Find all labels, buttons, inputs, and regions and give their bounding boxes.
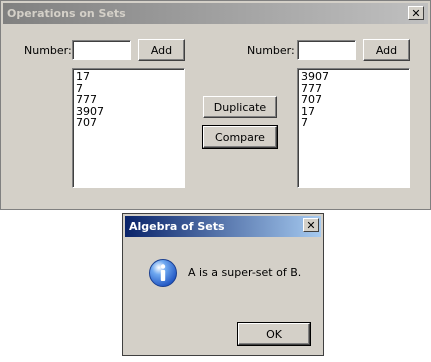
main-titlebar[interactable]: Operations on Sets <box>3 3 428 24</box>
info-icon <box>149 259 177 287</box>
list-item[interactable]: 707 <box>76 117 181 129</box>
left-number-label: Number: <box>24 44 72 57</box>
left-number-input[interactable] <box>72 40 131 60</box>
right-number-label: Number: <box>247 44 295 57</box>
close-icon: ✕ <box>411 6 421 20</box>
ok-button[interactable]: OK <box>237 322 311 346</box>
dialog-title: Algebra of Sets <box>129 220 225 233</box>
duplicate-button[interactable]: Duplicate <box>203 96 277 118</box>
list-item[interactable]: 777 <box>76 94 181 106</box>
list-item[interactable]: 17 <box>76 71 181 83</box>
right-add-button[interactable]: Add <box>363 39 410 61</box>
right-set-list[interactable]: 3907 777 707 17 7 <box>297 68 410 188</box>
list-item[interactable]: 17 <box>301 105 406 118</box>
list-item[interactable]: 707 <box>301 94 406 106</box>
main-title: Operations on Sets <box>7 7 126 20</box>
list-item[interactable]: 3907 <box>301 71 406 83</box>
left-add-button[interactable]: Add <box>138 39 185 61</box>
compare-button[interactable]: Compare <box>202 125 278 149</box>
main-close-button[interactable]: ✕ <box>408 6 424 20</box>
dialog-titlebar[interactable]: Algebra of Sets <box>125 216 321 237</box>
close-icon: ✕ <box>306 218 316 232</box>
list-item[interactable]: 7 <box>301 117 406 129</box>
left-set-list[interactable]: 17 7 777 3907 707 <box>72 68 185 188</box>
dialog-close-button[interactable]: ✕ <box>303 218 319 232</box>
dialog-message: A is a super-set of B. <box>188 266 302 279</box>
right-number-input[interactable] <box>297 40 356 60</box>
